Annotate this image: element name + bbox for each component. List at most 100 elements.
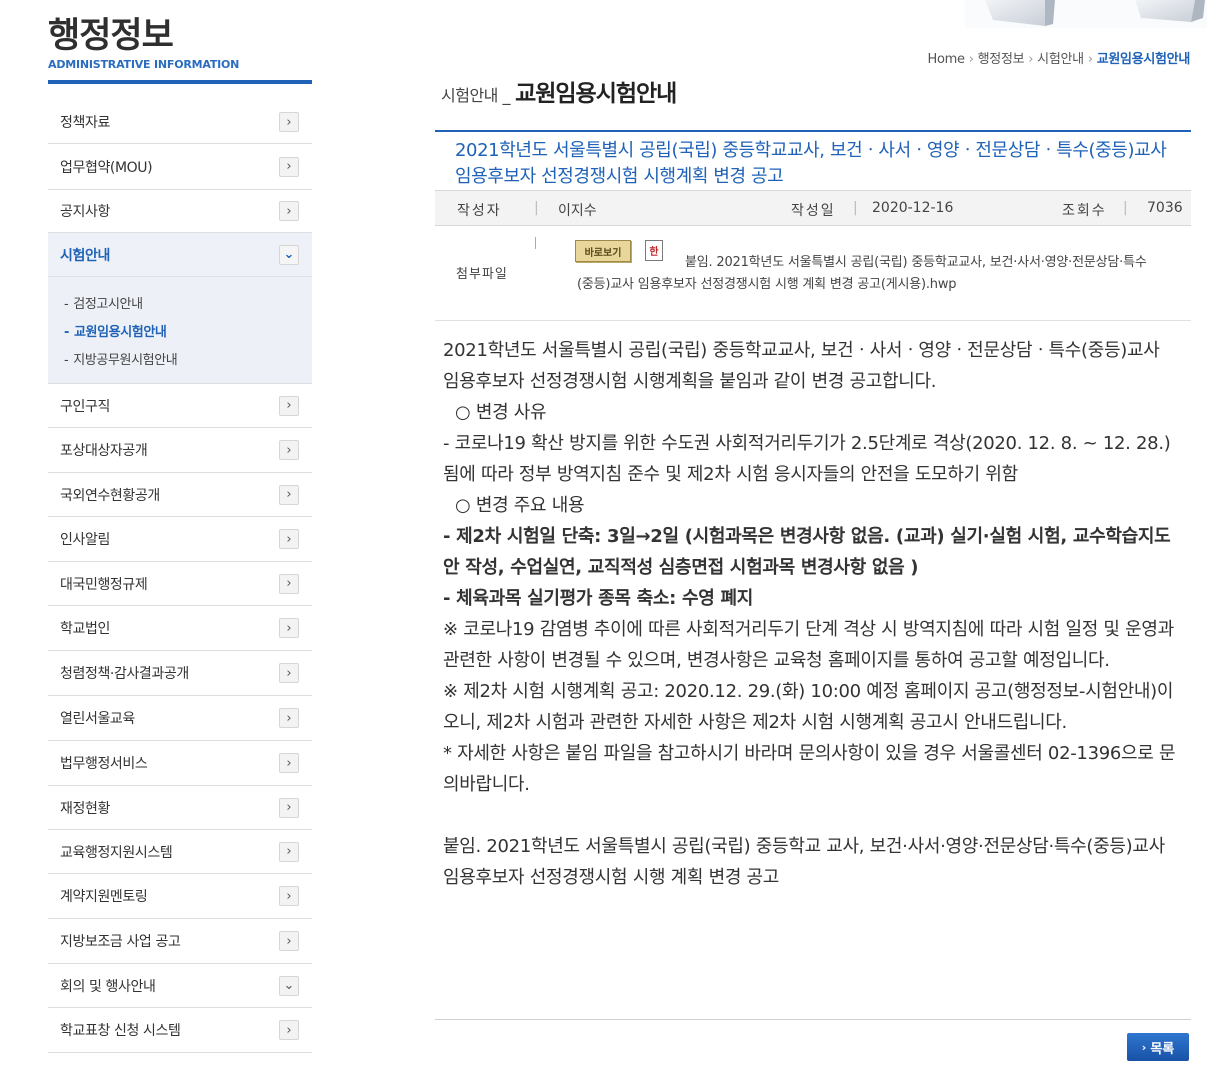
sidebar-item-contract-mentoring[interactable]: 계약지원멘토링 › [48,874,312,919]
submenu-item-label: 검정고시안내 [73,297,143,312]
article-body: 2021학년도 서울특별시 공립(국립) 중등학교교사, 보건ㆍ사서ㆍ영양ㆍ전문… [435,321,1191,893]
chevron-right-icon: › [279,484,299,505]
sidebar-item-finance[interactable]: 재정현황 › [48,786,312,830]
body-paragraph: 붙임. 2021학년도 서울특별시 공립(국립) 중등학교 교사, 보건·사서·… [443,836,1165,888]
page-heading: 시험안내 _ 교원임용시험안내 [441,74,677,108]
sidebar-item-open-seoul[interactable]: 열린서울교육 › [48,696,312,741]
sidebar-item-label: 계약지원멘토링 [60,889,148,905]
article-meta: 작성자 | 이지수 작성일 | 2020-12-16 조회수 | 7036 [435,190,1191,226]
sidebar-item-label: 법무행정서비스 [60,756,148,772]
meta-separator [535,237,536,249]
sidebar-item-label: 포상대상자공개 [60,443,148,459]
body-paragraph: - 제2차 시험일 단축: 3일→2일 (시험과목은 변경사항 없음. (교과)… [443,526,1171,578]
author-label: 작성자 [457,203,502,219]
sidebar-item-exam[interactable]: 시험안내 ⌄ [48,233,312,277]
chevron-right-icon: › [279,886,299,906]
body-paragraph: * 자세한 사항은 붙임 파일을 참고하시기 바라며 문의사항이 있을 경우 서… [443,743,1176,795]
submenu-item-label: 교원임용시험안내 [74,325,167,340]
sidebar-item-overseas-training[interactable]: 국외연수현황공개 › [48,473,312,517]
submenu-item-ged[interactable]: - 검정고시안내 [64,291,312,319]
sidebar-item-label: 열린서울교육 [60,711,135,727]
meta-separator: | [534,200,539,216]
sidebar: 행정정보 ADMINISTRATIVE INFORMATION 정책자료 › 업… [48,0,312,1053]
sidebar-item-label: 교육행정지원시스템 [60,844,173,861]
sidebar-item-subsidy[interactable]: 지방보조금 사업 공고 › [48,919,312,964]
chevron-down-icon: ⌄ [279,975,299,996]
body-paragraph: ※ 코로나19 감염병 추이에 따른 사회적거리두기 단계 격상 시 방역지침에… [443,619,1174,671]
body-paragraph: - 코로나19 확산 방지를 위한 수도권 사회적거리두기가 2.5단계로 격상… [443,433,1171,485]
sidebar-item-legal[interactable]: 법무행정서비스 › [48,741,312,786]
sidebar-item-school-corp[interactable]: 학교법인 › [48,606,312,651]
list-button-label: 목록 [1150,1041,1175,1057]
sidebar-menu: 정책자료 › 업무협약(MOU) › 공지사항 › 시험안내 ⌄ - 검정고시안내… [48,101,312,1053]
sidebar-item-jobs[interactable]: 구인구직 › [48,384,312,428]
sidebar-item-mou[interactable]: 업무협약(MOU) › [48,144,312,190]
body-paragraph: - 체육과목 실기평가 종목 축소: 수영 폐지 [443,588,754,609]
chevron-right-icon: › [279,931,299,951]
sidebar-item-label: 국외연수현황공개 [60,487,160,504]
chevron-right-icon: › [279,618,299,638]
sidebar-item-label: 정책자료 [60,115,110,131]
breadcrumb-home[interactable]: Home [928,52,966,67]
date-value: 2020-12-16 [872,200,954,216]
article: 2021학년도 서울특별시 공립(국립) 중등학교교사, 보건ㆍ사서ㆍ영양ㆍ전문… [435,130,1191,893]
sidebar-submenu: - 검정고시안내 - 교원임용시험안내 - 지방공무원시험안내 [48,277,312,384]
sidebar-item-label: 회의 및 행사안내 [60,978,156,995]
sidebar-item-label: 대국민행정규제 [60,576,148,593]
submenu-item-teacher-exam[interactable]: - 교원임용시험안내 [64,319,312,347]
page-title: 교원임용시험안내 [515,81,677,107]
sidebar-item-school-award[interactable]: 학교표창 신청 시스템 › [48,1008,312,1053]
header-decoration-image [965,0,1207,28]
list-button[interactable]: › 목록 [1127,1033,1189,1061]
attachment-row: 첨부파일 바로보기 한 붙임. 2021학년도 서울특별시 공립(국립) 중등학… [435,226,1191,321]
chevron-right-icon: › [279,663,299,683]
sidebar-subtitle: ADMINISTRATIVE INFORMATION [48,58,240,71]
article-bottom-rule [435,1019,1191,1020]
sidebar-item-label: 학교법인 [60,621,110,637]
chevron-right-icon: › [1141,1040,1147,1054]
sidebar-item-meetings[interactable]: 회의 및 행사안내 ⌄ [48,964,312,1008]
sidebar-title-rule [48,80,312,84]
chevron-down-icon: ⌄ [279,244,299,265]
breadcrumb-exam[interactable]: 시험안내 [1037,52,1084,67]
sidebar-item-label: 지방보조금 사업 공고 [60,934,181,950]
sidebar-item-label: 구인구직 [60,398,110,415]
meta-separator: | [1123,200,1128,216]
breadcrumb-current: 교원임용시험안내 [1096,52,1191,67]
chevron-right-icon: › [968,52,974,67]
sidebar-item-personnel[interactable]: 인사알림 › [48,517,312,562]
sidebar-item-notice[interactable]: 공지사항 › [48,190,312,233]
article-title: 2021학년도 서울특별시 공립(국립) 중등학교교사, 보건ㆍ사서ㆍ영양ㆍ전문… [435,130,1191,190]
submenu-item-local-civil-exam[interactable]: - 지방공무원시험안내 [64,347,312,375]
sidebar-item-label: 재정현황 [60,800,110,817]
sidebar-item-label: 청렴정책·감사결과공개 [60,666,189,682]
views-value: 7036 [1147,200,1183,216]
breadcrumb-admin-info[interactable]: 행정정보 [978,52,1025,67]
chevron-right-icon: › [279,797,299,818]
sidebar-item-admin-system[interactable]: 교육행정지원시스템 › [48,830,312,874]
body-paragraph: 2021학년도 서울특별시 공립(국립) 중등학교교사, 보건ㆍ사서ㆍ영양ㆍ전문… [443,340,1160,392]
body-paragraph: ※ 제2차 시험 시행계획 공고: 2020.12. 29.(화) 10:00 … [443,681,1174,733]
views-label: 조회수 [1062,203,1107,219]
body-paragraph: ○ 변경 주요 내용 [455,495,585,516]
chevron-right-icon: › [279,753,299,773]
sidebar-item-label: 업무협약(MOU) [60,159,153,176]
chevron-right-icon: › [279,112,299,132]
sidebar-item-integrity[interactable]: 청렴정책·감사결과공개 › [48,651,312,696]
submenu-item-label: 지방공무원시험안내 [73,353,178,368]
page-heading-prefix: 시험안내 _ [441,86,510,105]
chevron-right-icon: › [279,529,299,549]
sidebar-item-policy[interactable]: 정책자료 › [48,101,312,144]
sidebar-item-regulation[interactable]: 대국민행정규제 › [48,562,312,606]
chevron-right-icon: › [279,395,299,416]
breadcrumb: Home › 행정정보 › 시험안내 › 교원임용시험안내 [928,48,1191,67]
chevron-right-icon: › [1028,52,1034,67]
attachment-label: 첨부파일 [456,267,508,282]
chevron-right-icon: › [279,156,299,177]
sidebar-title: 행정정보 [48,16,174,56]
sidebar-item-awards[interactable]: 포상대상자공개 › [48,428,312,473]
meta-separator: | [853,200,858,216]
chevron-right-icon: › [279,573,299,594]
attachment-file-link[interactable]: 붙임. 2021학년도 서울특별시 공립(국립) 중등학교교사, 보건·사서·영… [577,252,1153,296]
